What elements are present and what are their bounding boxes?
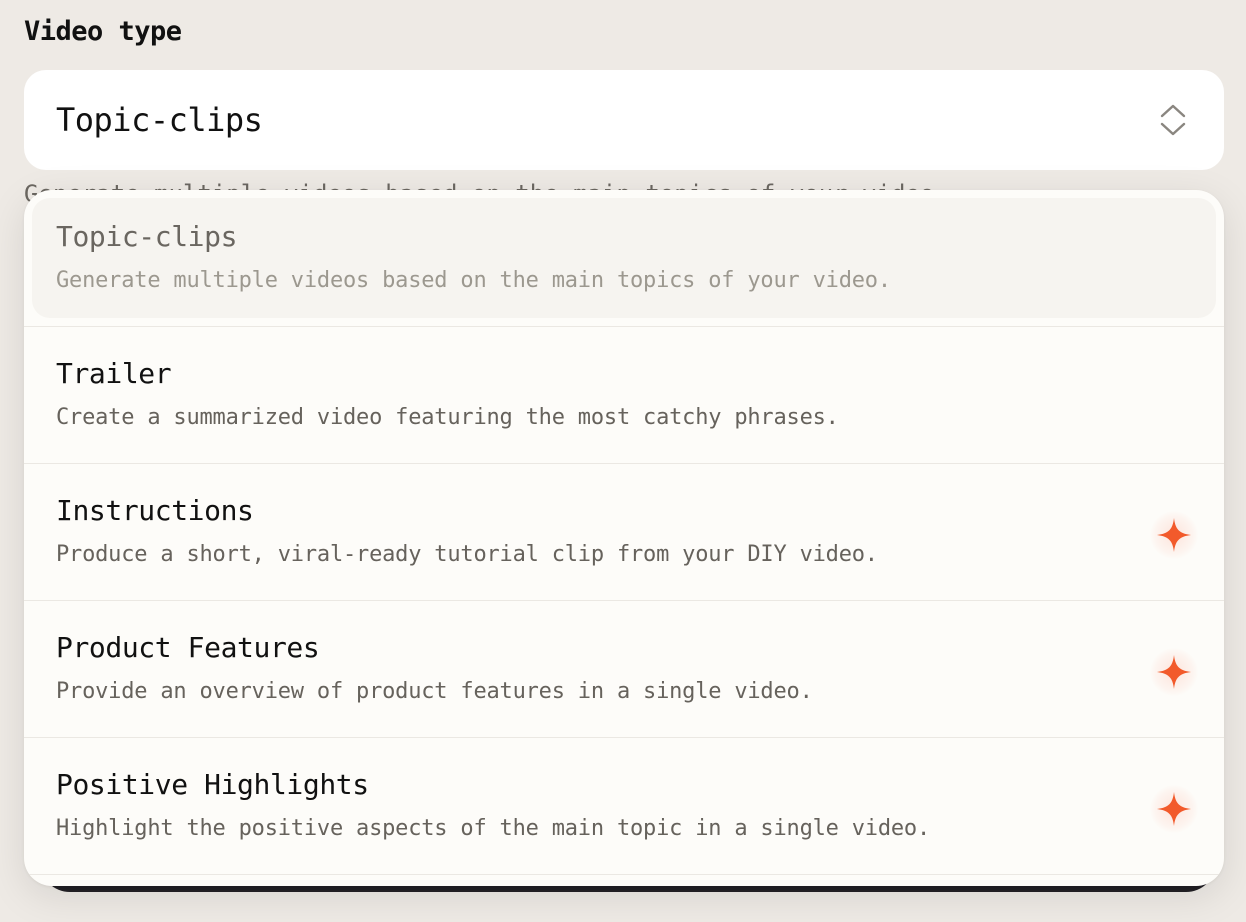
option-product-features[interactable]: Product Features Provide an overview of …: [24, 601, 1224, 738]
option-description: Highlight the positive aspects of the ma…: [56, 816, 931, 841]
option-title: Positive Highlights: [56, 768, 369, 801]
video-type-dropdown: Topic-clips Generate multiple videos bas…: [24, 190, 1224, 886]
option-title: Topic-clips: [56, 220, 238, 253]
option-trailer[interactable]: Trailer Create a summarized video featur…: [24, 327, 1224, 464]
option-highlight: [32, 198, 1216, 318]
option-title: Instructions: [56, 494, 254, 527]
sparkle-icon: [1150, 785, 1198, 833]
sparkle-icon: [1150, 648, 1198, 696]
option-positive-highlights[interactable]: Positive Highlights Highlight the positi…: [24, 738, 1224, 875]
option-instructions[interactable]: Instructions Produce a short, viral-read…: [24, 464, 1224, 601]
option-description: Produce a short, viral-ready tutorial cl…: [56, 542, 878, 567]
option-description: Create a summarized video featuring the …: [56, 405, 839, 430]
select-value: Topic-clips: [56, 101, 263, 139]
chevron-up-down-icon: [1160, 104, 1186, 136]
option-title: Product Features: [56, 631, 320, 664]
option-topic-clips[interactable]: Topic-clips Generate multiple videos bas…: [24, 190, 1224, 327]
video-type-select[interactable]: Topic-clips: [24, 70, 1224, 170]
option-title: Trailer: [56, 357, 172, 390]
option-description: Generate multiple videos based on the ma…: [56, 268, 891, 293]
option-description: Provide an overview of product features …: [56, 679, 813, 704]
field-label: Video type: [24, 16, 182, 47]
sparkle-icon: [1150, 511, 1198, 559]
